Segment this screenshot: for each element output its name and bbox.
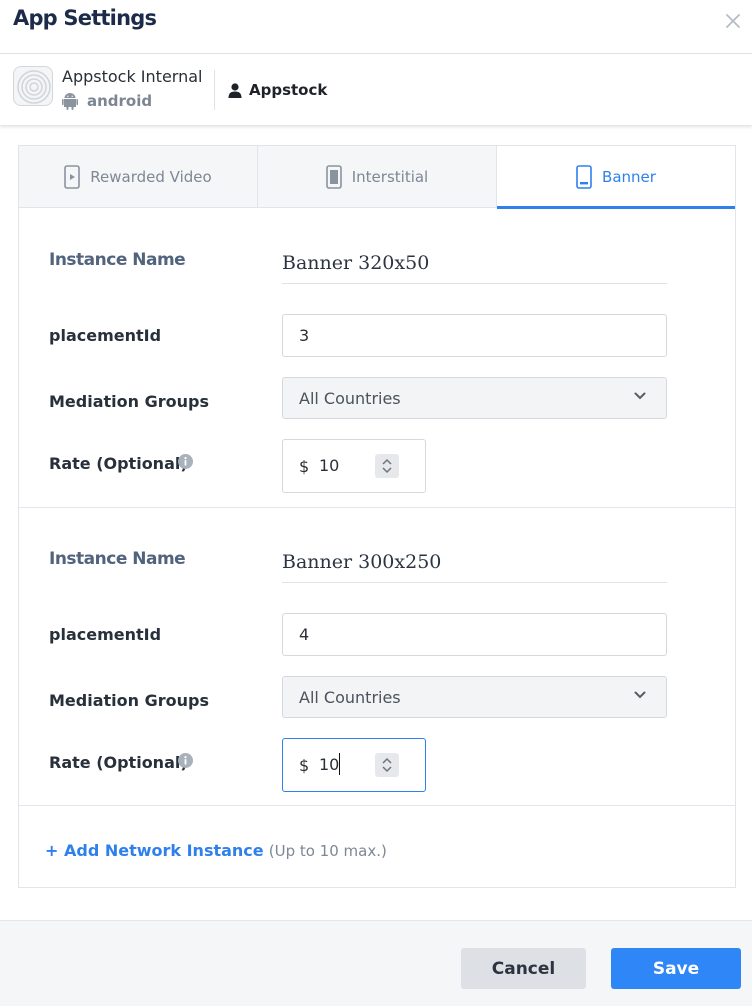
add-network-instance: + Add Network Instance (Up to 10 max.) [45, 841, 387, 860]
placement-id-input[interactable]: 4 [282, 613, 667, 656]
mediation-groups-select[interactable]: All Countries [282, 676, 667, 718]
rate-input[interactable]: $ 10 [282, 738, 426, 792]
placement-id-input[interactable]: 3 [282, 314, 667, 357]
mediation-groups-label: Mediation Groups [49, 392, 209, 411]
ad-type-tabs: Rewarded Video Interstitial Banner [19, 146, 735, 209]
ad-unit-panel: Rewarded Video Interstitial Banner Insta… [18, 145, 736, 888]
interstitial-icon [325, 164, 342, 189]
stepper-arrows-icon [382, 757, 392, 773]
tab-interstitial[interactable]: Interstitial [258, 146, 497, 207]
banner-icon [576, 164, 592, 189]
mediation-groups-select[interactable]: All Countries [282, 377, 667, 419]
modal-footer: Cancel Save [0, 920, 752, 1006]
chevron-down-icon [634, 392, 646, 400]
account: Appstock [228, 81, 327, 99]
mediation-groups-value: All Countries [299, 688, 401, 707]
app-logo [13, 66, 53, 106]
app-info-bar: Appstock Internal android Appstock [0, 55, 752, 125]
rate-stepper[interactable] [375, 454, 399, 478]
mediation-groups-label: Mediation Groups [49, 691, 209, 710]
rate-value: 10 [319, 456, 340, 475]
text-cursor [339, 753, 340, 775]
add-network-instance-link[interactable]: + Add Network Instance [45, 841, 264, 860]
stepper-arrows-icon [382, 458, 392, 474]
info-icon[interactable] [178, 753, 193, 768]
instance-name-label: Instance Name [49, 250, 186, 270]
close-icon[interactable] [724, 12, 742, 30]
cancel-button[interactable]: Cancel [461, 948, 586, 989]
app-name: Appstock Internal [62, 67, 203, 86]
placement-id-label: placementId [49, 625, 162, 644]
rate-label: Rate (Optional) [49, 753, 188, 772]
instance-divider [19, 507, 735, 508]
instance-divider [19, 805, 735, 806]
user-icon [228, 82, 242, 98]
chevron-down-icon [634, 691, 646, 699]
rate-label: Rate (Optional) [49, 454, 188, 473]
tab-label: Interstitial [351, 167, 429, 186]
modal-title: App Settings [13, 6, 157, 30]
android-icon [62, 93, 78, 110]
rate-stepper[interactable] [375, 753, 399, 777]
platform: android [62, 91, 152, 111]
divider [214, 70, 215, 110]
tab-label: Banner [602, 167, 656, 186]
currency-symbol: $ [299, 756, 310, 775]
tab-banner[interactable]: Banner [497, 146, 735, 209]
rewarded-video-icon [64, 164, 81, 189]
account-label: Appstock [249, 81, 328, 99]
rate-value: 10 [319, 755, 340, 774]
currency-symbol: $ [299, 457, 310, 476]
instance-name-label: Instance Name [49, 549, 186, 569]
placement-id-label: placementId [49, 326, 162, 345]
add-instance-hint: (Up to 10 max.) [268, 842, 387, 860]
instance-name-value: Banner 300x250 [282, 549, 667, 583]
modal-header: App Settings [0, 0, 752, 54]
save-button[interactable]: Save [611, 948, 741, 989]
tab-label: Rewarded Video [90, 167, 212, 186]
platform-label: android [87, 92, 153, 110]
mediation-groups-value: All Countries [299, 389, 401, 408]
instance-name-value: Banner 320x50 [282, 250, 667, 284]
rate-input[interactable]: $ 10 [282, 439, 426, 493]
tab-rewarded-video[interactable]: Rewarded Video [19, 146, 258, 207]
info-icon[interactable] [178, 454, 193, 469]
